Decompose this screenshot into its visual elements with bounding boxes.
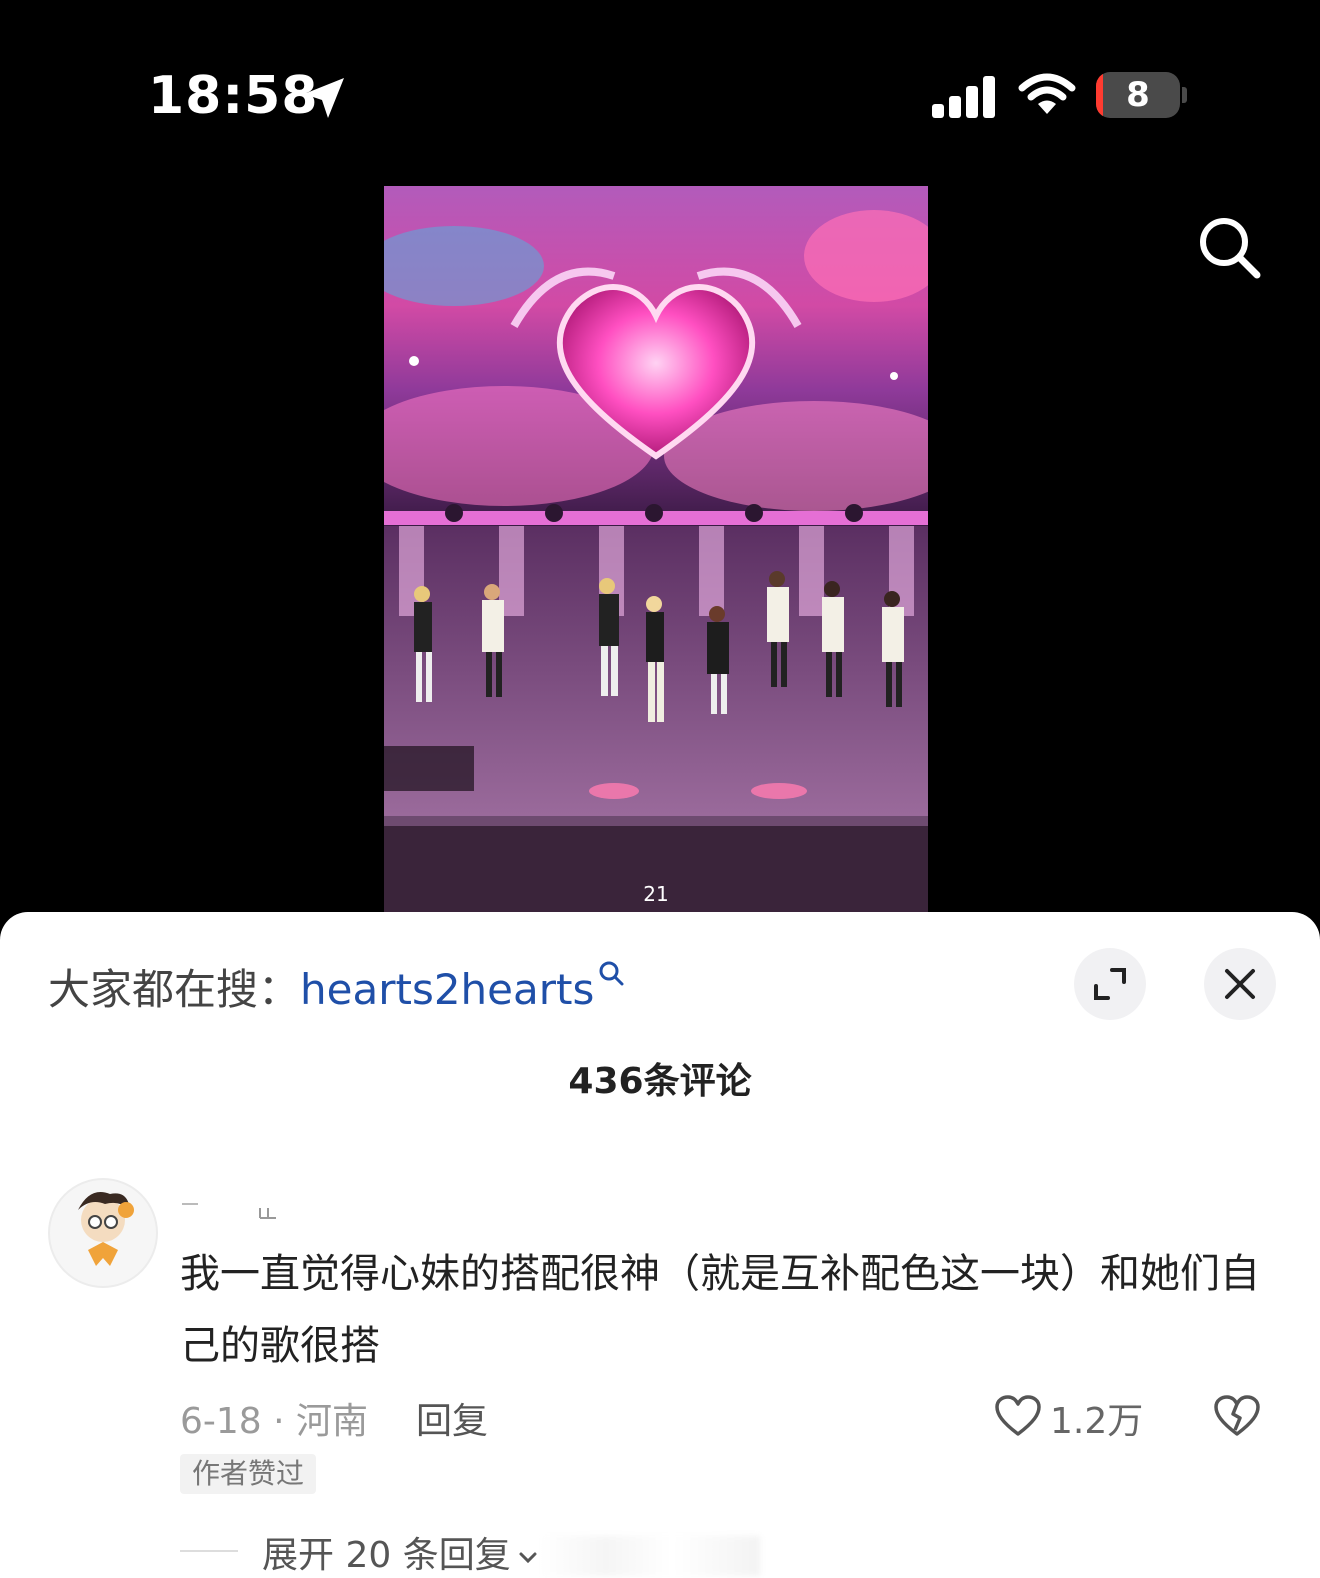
search-icon[interactable]: [1196, 214, 1262, 280]
expand-replies-button[interactable]: 展开 20 条回复: [262, 1526, 539, 1578]
chevron-down-icon: [519, 1552, 537, 1564]
like-count: 1.2万: [1050, 1401, 1144, 1442]
reply-button[interactable]: 回复: [416, 1392, 488, 1444]
location-arrow-icon: [304, 78, 344, 118]
expand-button[interactable]: [1074, 948, 1146, 1020]
video-counter: 21: [643, 882, 668, 906]
hot-search-prefix: 大家都在搜：: [48, 965, 301, 1014]
comment-count: 436条评论: [568, 1061, 752, 1102]
comment-date-location: 6-18 · 河南: [180, 1401, 369, 1442]
close-button[interactable]: [1204, 948, 1276, 1020]
divider-line: [180, 1550, 238, 1552]
heart-icon[interactable]: [994, 1394, 1042, 1438]
comment-text: 我一直觉得心妹的搭配很神（就是互补配色这一块）和她们自己的歌很搭: [180, 1251, 1260, 1369]
hot-search-bar[interactable]: 大家都在搜：hearts2hearts: [48, 956, 624, 1017]
blurred-overlay: [540, 1536, 760, 1576]
signal-icon: [932, 76, 995, 118]
search-small-icon: [599, 961, 624, 986]
video-player[interactable]: 21: [384, 186, 928, 914]
battery-icon: 8: [1096, 72, 1187, 120]
expand-replies-label: 展开 20 条回复: [262, 1535, 511, 1576]
hot-search-term[interactable]: hearts2hearts: [300, 965, 594, 1014]
avatar[interactable]: [48, 1178, 158, 1288]
comments-sheet: 大家都在搜：hearts2hearts 436条评论 我一直觉得心妹的搭配很神（…: [0, 912, 1320, 1578]
battery-level: 8: [1126, 75, 1150, 115]
wifi-icon: [1018, 73, 1076, 114]
username-redacted-mark: [182, 1203, 276, 1219]
expand-icon: [1094, 968, 1126, 1000]
status-time: 18:58: [148, 66, 319, 126]
broken-heart-icon[interactable]: [1212, 1394, 1262, 1438]
close-icon: [1225, 969, 1255, 999]
author-liked-badge: 作者赞过: [180, 1454, 317, 1494]
